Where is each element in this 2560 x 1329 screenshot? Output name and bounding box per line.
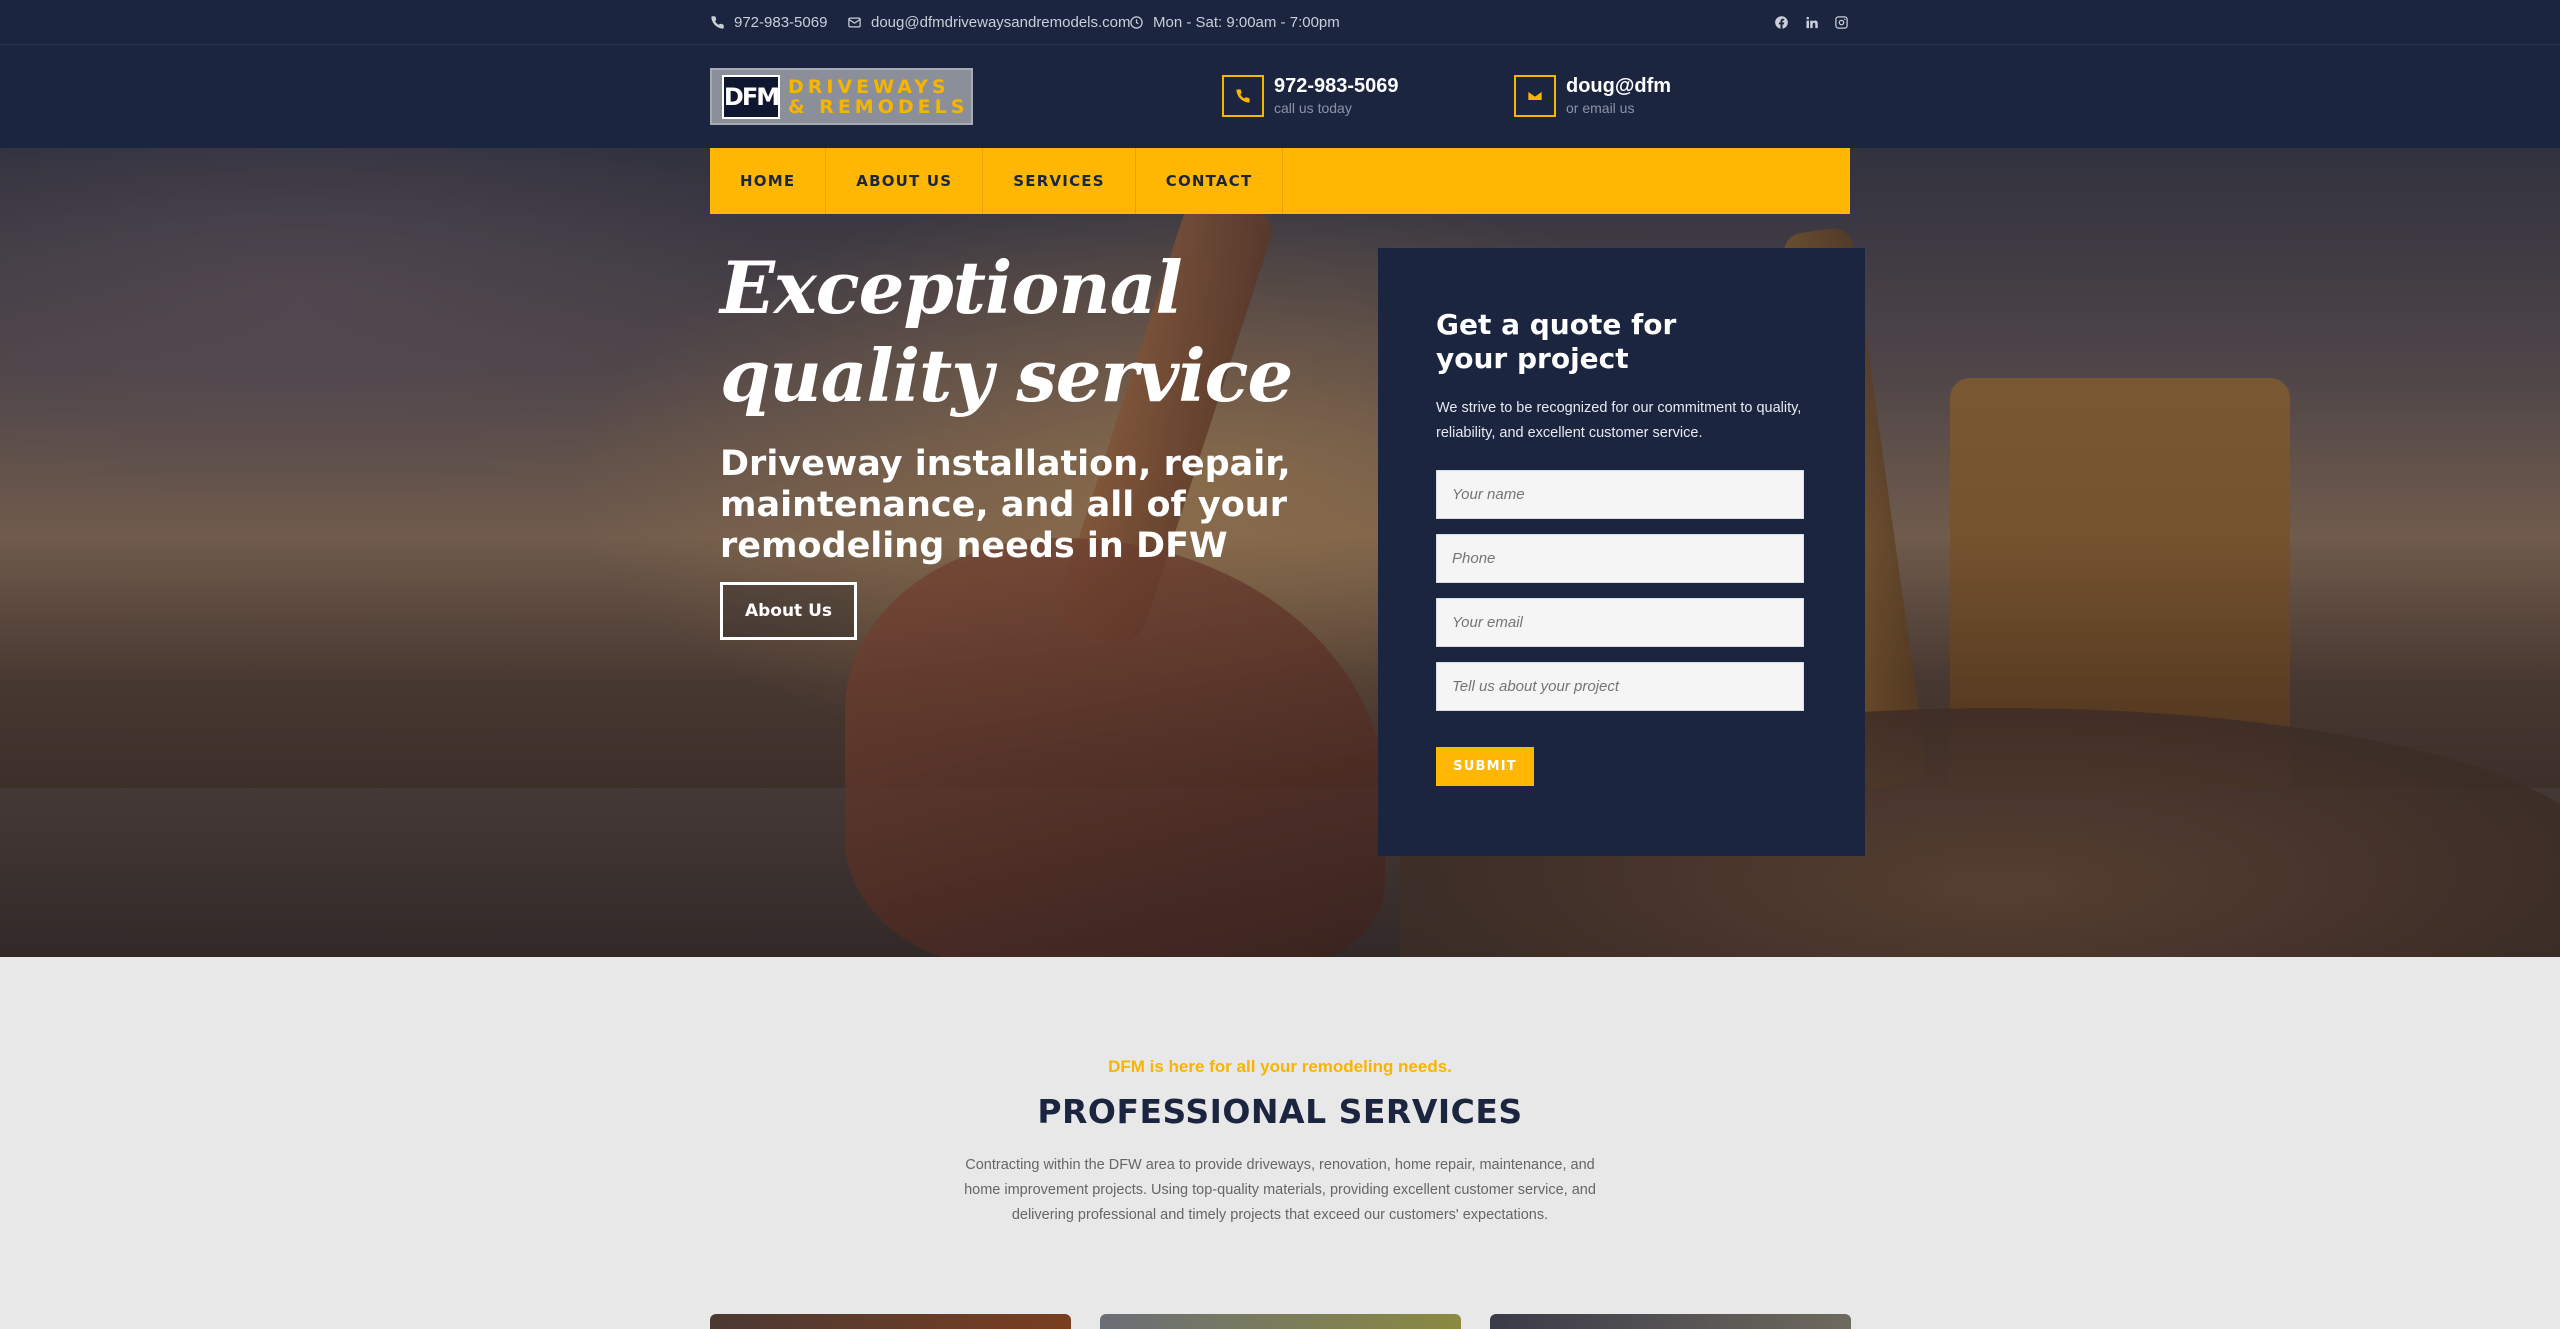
- topbar-email[interactable]: doug@dfmdrivewaysandremodels.com: [847, 0, 1131, 45]
- envelope-icon: [848, 17, 861, 28]
- hero-title: Exceptional quality service: [720, 244, 1340, 420]
- quote-form-panel: Get a quote for your project We strive t…: [1378, 248, 1865, 856]
- clock-icon: [1130, 16, 1143, 29]
- about-us-button[interactable]: About Us: [720, 582, 857, 640]
- service-card-1[interactable]: [710, 1314, 1071, 1329]
- nav-services[interactable]: SERVICES: [983, 148, 1136, 214]
- services-kicker: DFM is here for all your remodeling need…: [1108, 1057, 1452, 1076]
- topbar-hours-text: Mon - Sat: 9:00am - 7:00pm: [1153, 14, 1340, 31]
- topbar-phone-text: 972-983-5069: [734, 14, 828, 31]
- facebook-icon[interactable]: [1772, 14, 1790, 32]
- topbar-phone[interactable]: 972-983-5069: [710, 0, 827, 45]
- main-nav: HOME ABOUT US SERVICES CONTACT: [710, 148, 1850, 214]
- project-field[interactable]: [1436, 662, 1804, 711]
- phone-icon: [711, 16, 724, 29]
- quote-description: We strive to be recognized for our commi…: [1436, 400, 1802, 441]
- logo-mark: DFM: [722, 74, 780, 119]
- nav-about-us[interactable]: ABOUT US: [826, 148, 984, 214]
- site-header: DFM DRIVEWAYS & REMODELS 972-983-5069 ca…: [0, 45, 2560, 148]
- quote-title: Get a quote for your project: [1436, 308, 1677, 375]
- email-field[interactable]: [1436, 598, 1804, 647]
- header-phone[interactable]: 972-983-5069 call us today: [1222, 73, 1399, 117]
- service-card-2[interactable]: [1100, 1314, 1461, 1329]
- topbar-email-text: doug@dfmdrivewaysandremodels.com: [871, 14, 1131, 31]
- linkedin-icon[interactable]: [1802, 14, 1820, 32]
- hero-section: HOME ABOUT US SERVICES CONTACT Exception…: [0, 148, 2560, 957]
- header-phone-number: 972-983-5069: [1274, 75, 1399, 97]
- phone-field[interactable]: [1436, 534, 1804, 583]
- instagram-icon[interactable]: [1832, 14, 1850, 32]
- hero-title-line-2: quality service: [720, 333, 1293, 418]
- header-email-caption: or email us: [1566, 100, 1635, 116]
- hero-text: Exceptional quality service Driveway ins…: [720, 244, 1340, 567]
- header-email-address: doug@dfm: [1566, 75, 1672, 97]
- header-email[interactable]: doug@dfm or email us: [1514, 73, 1671, 117]
- site-logo[interactable]: DFM DRIVEWAYS & REMODELS: [710, 68, 973, 125]
- logo-text: DRIVEWAYS & REMODELS: [788, 77, 968, 117]
- phone-icon: [1222, 75, 1264, 117]
- quote-form: SUBMIT: [1436, 470, 1807, 786]
- envelope-icon: [1514, 75, 1556, 117]
- submit-button[interactable]: SUBMIT: [1436, 747, 1534, 786]
- nav-contact[interactable]: CONTACT: [1136, 148, 1284, 214]
- topbar-hours: Mon - Sat: 9:00am - 7:00pm: [1129, 0, 1340, 45]
- name-field[interactable]: [1436, 470, 1804, 519]
- services-title: PROFESSIONAL SERVICES: [1037, 1092, 1523, 1131]
- header-phone-caption: call us today: [1274, 100, 1352, 116]
- logo-line-1: DRIVEWAYS: [788, 75, 950, 98]
- service-card-3[interactable]: [1490, 1314, 1851, 1329]
- nav-home[interactable]: HOME: [710, 148, 827, 214]
- services-section: DFM is here for all your remodeling need…: [0, 957, 2560, 1329]
- top-info-bar: 972-983-5069 doug@dfmdrivewaysandremodel…: [0, 0, 2560, 45]
- hero-title-line-1: Exceptional: [720, 245, 1183, 330]
- social-links: [1760, 0, 1850, 45]
- logo-line-2: & REMODELS: [788, 95, 969, 118]
- services-description: Contracting within the DFW area to provi…: [964, 1157, 1596, 1223]
- hero-subtitle: Driveway installation, repair, maintenan…: [720, 444, 1291, 566]
